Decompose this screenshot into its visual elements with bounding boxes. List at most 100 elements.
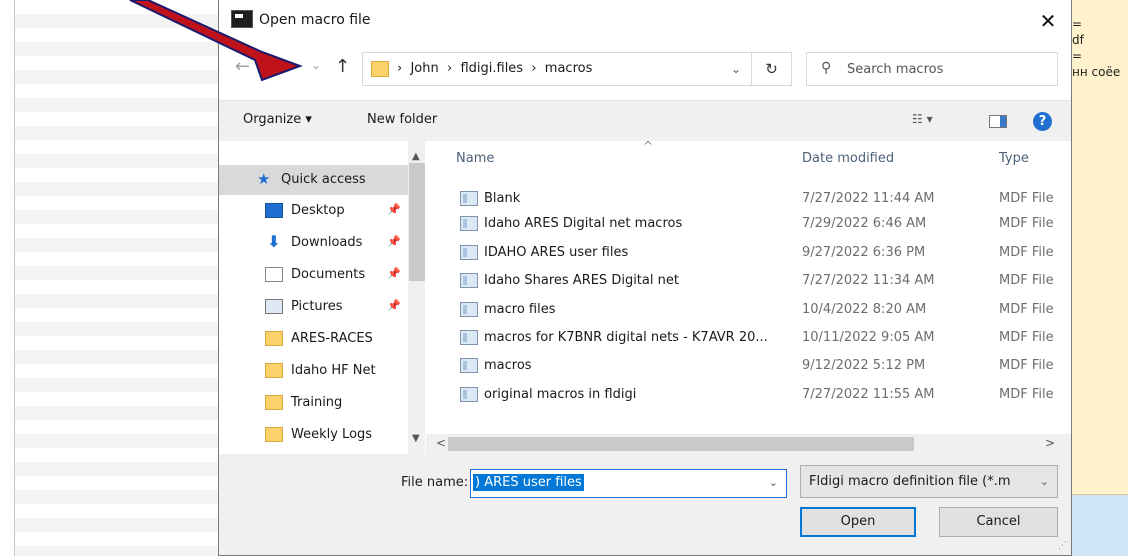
chevron-down-icon[interactable]: ⌄: [731, 62, 741, 76]
recent-locations-chevron-icon[interactable]: ⌄: [311, 58, 321, 72]
sidebar-item-documents[interactable]: Documents 📌: [219, 260, 409, 290]
desktop-icon: [265, 203, 283, 218]
sidebar-item-label: Documents: [291, 267, 366, 282]
column-header-type[interactable]: Type: [999, 151, 1029, 166]
pin-icon: 📌: [387, 203, 401, 216]
file-name: IDAHO ARES user files: [484, 245, 629, 260]
scroll-up-icon[interactable]: ▲: [412, 151, 420, 162]
file-name: original macros in fldigi: [484, 387, 637, 402]
file-list: Name ^ Date modified Type Blank 7/27/202…: [426, 141, 1071, 454]
downloads-icon: ⬇: [267, 232, 281, 251]
horizontal-scrollbar[interactable]: < >: [426, 434, 1071, 454]
bg-line: =: [1072, 17, 1083, 31]
scroll-down-icon[interactable]: ▼: [412, 433, 420, 444]
file-row[interactable]: Idaho ARES Digital net macros 7/29/2022 …: [426, 212, 1071, 236]
close-button[interactable]: ✕: [1035, 8, 1061, 34]
organize-button[interactable]: Organize ▾: [243, 112, 312, 127]
up-arrow-icon[interactable]: ↑: [335, 56, 350, 77]
search-placeholder: Search macros: [847, 62, 944, 77]
sidebar-item-quick-access[interactable]: ★ Quick access: [219, 165, 409, 195]
file-row[interactable]: original macros in fldigi 7/27/2022 11:5…: [426, 383, 1071, 407]
folder-icon: [265, 363, 283, 378]
file-date: 9/27/2022 6:36 PM: [802, 245, 926, 260]
preview-pane-icon[interactable]: [989, 115, 1007, 128]
sidebar-item-label: Pictures: [291, 299, 343, 314]
file-icon: [460, 387, 478, 402]
help-icon[interactable]: ?: [1033, 112, 1052, 131]
cancel-button[interactable]: Cancel: [939, 507, 1058, 537]
file-row[interactable]: Idaho Shares ARES Digital net 7/27/2022 …: [426, 269, 1071, 293]
address-bar[interactable]: › John › fldigi.files › macros ⌄: [362, 52, 752, 86]
open-macro-file-dialog: Open macro file ✕ ← → ⌄ ↑ › John › fldig…: [218, 0, 1072, 556]
column-header-name[interactable]: Name: [456, 151, 494, 166]
file-row[interactable]: IDAHO ARES user files 9/27/2022 6:36 PM …: [426, 241, 1071, 265]
file-name: Idaho Shares ARES Digital net: [484, 273, 679, 288]
file-type: MDF File: [999, 358, 1054, 373]
horizontal-scrollbar-thumb[interactable]: [448, 437, 914, 451]
file-type: MDF File: [999, 191, 1054, 206]
pin-icon: 📌: [387, 299, 401, 312]
file-row[interactable]: Blank 7/27/2022 11:44 AM MDF File: [426, 187, 1071, 211]
file-name: Idaho ARES Digital net macros: [484, 216, 683, 231]
sidebar-item-weekly-logs[interactable]: Weekly Logs: [219, 420, 409, 450]
file-date: 10/11/2022 9:05 AM: [802, 330, 935, 345]
file-row[interactable]: macro files 10/4/2022 8:20 AM MDF File: [426, 298, 1071, 322]
file-icon: [460, 216, 478, 231]
file-icon: [460, 273, 478, 288]
file-type: MDF File: [999, 273, 1054, 288]
file-name: macros: [484, 358, 532, 373]
sidebar-item-idaho-hf-net[interactable]: Idaho HF Net: [219, 356, 409, 386]
scroll-right-icon[interactable]: >: [1045, 436, 1055, 450]
chevron-down-icon[interactable]: ⌄: [769, 476, 778, 489]
file-date: 10/4/2022 8:20 AM: [802, 302, 927, 317]
back-arrow-icon[interactable]: ←: [235, 56, 250, 77]
resize-grip-icon[interactable]: ⋰: [1058, 541, 1067, 551]
file-name-field[interactable]: ) ARES user files ⌄: [470, 469, 787, 498]
new-folder-button[interactable]: New folder: [367, 112, 437, 127]
star-icon: ★: [257, 170, 271, 188]
file-type-value: Fldigi macro definition file (*.m: [809, 474, 1011, 489]
search-icon: ⚲: [821, 60, 832, 76]
folder-icon: [371, 61, 389, 77]
file-type: MDF File: [999, 330, 1054, 345]
file-date: 7/27/2022 11:44 AM: [802, 191, 935, 206]
sidebar-item-label: Idaho HF Net: [291, 363, 376, 378]
sidebar-item-ares-races[interactable]: ARES-RACES: [219, 324, 409, 354]
file-icon: [460, 245, 478, 260]
sidebar-item-downloads[interactable]: ⬇ Downloads 📌: [219, 228, 409, 258]
change-view-icon[interactable]: ☷ ▾: [912, 112, 933, 126]
file-date: 9/12/2022 5:12 PM: [802, 358, 926, 373]
file-row[interactable]: macros for K7BNR digital nets - K7AVR 20…: [426, 326, 1071, 350]
column-header-date-modified[interactable]: Date modified: [802, 151, 894, 166]
dialog-titlebar: Open macro file ✕: [219, 0, 1071, 42]
file-icon: [460, 358, 478, 373]
file-type: MDF File: [999, 216, 1054, 231]
open-button[interactable]: Open: [800, 507, 916, 537]
file-row[interactable]: macros 9/12/2022 5:12 PM MDF File: [426, 354, 1071, 378]
pin-icon: 📌: [387, 235, 401, 248]
folder-icon: [265, 331, 283, 346]
folder-icon: [265, 427, 283, 442]
sidebar-item-training[interactable]: Training: [219, 388, 409, 418]
forward-arrow-icon[interactable]: →: [273, 56, 288, 77]
file-name: macro files: [484, 302, 556, 317]
chevron-down-icon[interactable]: ⌄: [1040, 475, 1049, 488]
sidebar-item-label: Quick access: [281, 172, 366, 187]
sidebar-item-label: Downloads: [291, 235, 363, 250]
nav-scrollbar-thumb[interactable]: [409, 163, 425, 281]
pin-icon: 📌: [387, 267, 401, 280]
dialog-title: Open macro file: [259, 12, 371, 28]
file-type: MDF File: [999, 302, 1054, 317]
file-type-select[interactable]: Fldigi macro definition file (*.m ⌄: [800, 465, 1058, 498]
search-input[interactable]: ⚲ Search macros: [806, 52, 1058, 86]
file-icon: [460, 302, 478, 317]
scroll-left-icon[interactable]: <: [436, 436, 446, 450]
sidebar-item-pictures[interactable]: Pictures 📌: [219, 292, 409, 322]
refresh-button[interactable]: ↻: [752, 52, 792, 86]
file-name-value: ) ARES user files: [473, 474, 584, 491]
sidebar-item-label: Training: [291, 395, 343, 410]
background-panel-text: = df = нн соёе: [1072, 16, 1120, 80]
sidebar-item-desktop[interactable]: Desktop 📌: [219, 196, 409, 226]
breadcrumb[interactable]: › John › fldigi.files › macros: [397, 61, 592, 76]
file-type: MDF File: [999, 387, 1054, 402]
